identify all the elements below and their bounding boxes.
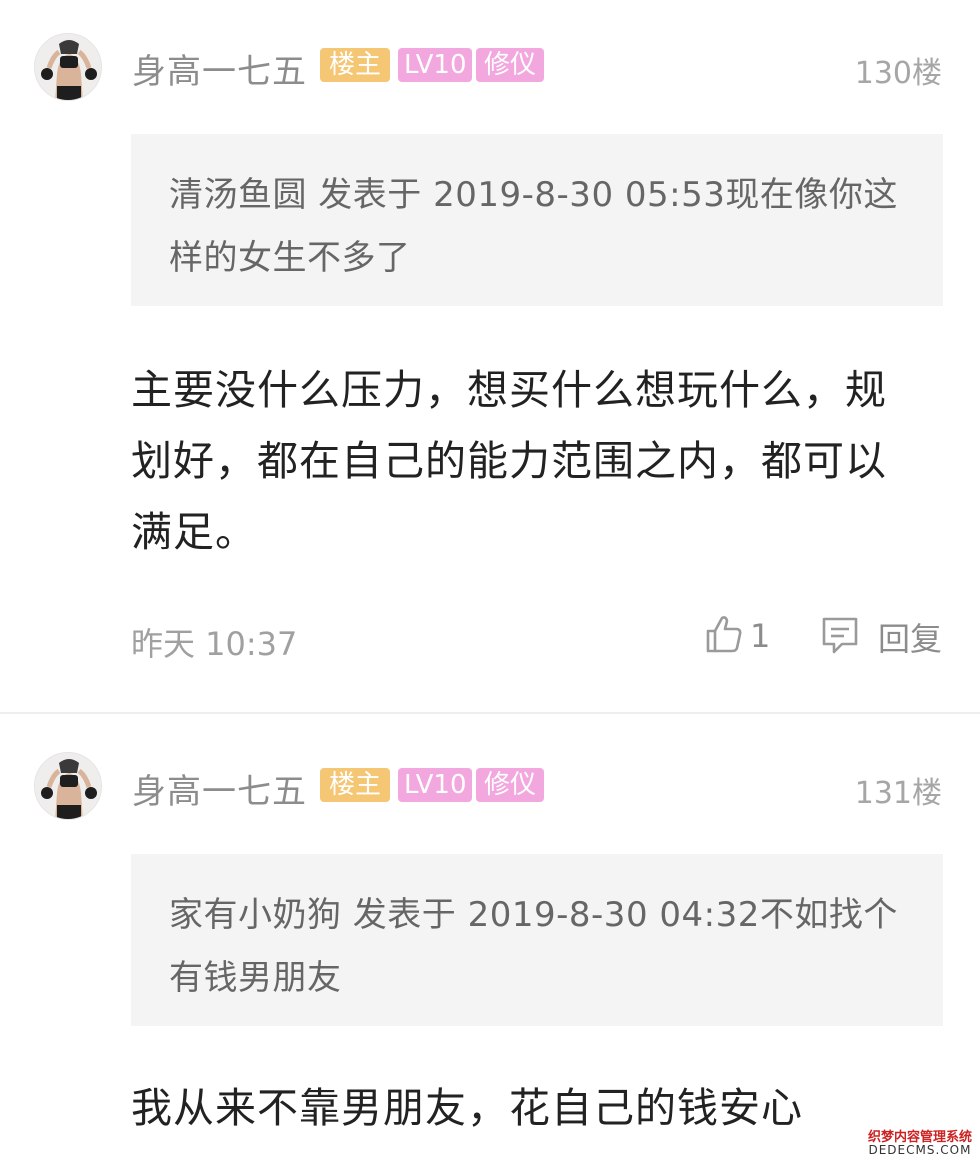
reply-button[interactable]: 回复 xyxy=(820,614,942,660)
level-badge: LV10 xyxy=(398,48,472,82)
reply-post: 身高一七五 楼主 LV10 修仪 131楼 家有小奶狗 发表于 2019-8-3… xyxy=(0,714,980,1162)
floor-number: 130楼 xyxy=(854,56,942,91)
post-body: 主要没什么压力，想买什么想玩什么，规划好，都在自己的能力范围之内，都可以满足。 xyxy=(131,366,887,556)
watermark-line2: DEDECMS.COM xyxy=(868,1143,972,1157)
title-badge: 修仪 xyxy=(476,48,544,82)
quoted-reply[interactable]: 家有小奶狗 发表于 2019-8-30 04:32不如找个有钱男朋友 xyxy=(131,854,943,1026)
post-body: 我从来不靠男朋友，花自己的钱安心 xyxy=(131,1084,803,1132)
owner-badge: 楼主 xyxy=(320,768,390,802)
owner-badge: 楼主 xyxy=(320,48,390,82)
like-count: 1 xyxy=(750,617,771,655)
post-time: 昨天 10:37 xyxy=(131,625,298,663)
title-badge: 修仪 xyxy=(476,768,544,802)
level-badge: LV10 xyxy=(398,768,472,802)
comment-icon xyxy=(820,614,860,660)
reply-label: 回复 xyxy=(878,620,943,658)
thumbs-up-icon xyxy=(704,614,742,658)
username[interactable]: 身高一七五 xyxy=(132,764,307,813)
avatar[interactable] xyxy=(34,33,102,101)
quoted-reply[interactable]: 清汤鱼圆 发表于 2019-8-30 05:53现在像你这样的女生不多了 xyxy=(131,134,943,306)
reply-post: 身高一七五 楼主 LV10 修仪 130楼 清汤鱼圆 发表于 2019-8-30… xyxy=(0,0,980,712)
like-button[interactable]: 1 xyxy=(704,614,770,658)
username[interactable]: 身高一七五 xyxy=(132,44,307,93)
floor-number: 131楼 xyxy=(854,776,942,811)
avatar[interactable] xyxy=(34,752,102,820)
watermark: 织梦内容管理系统 DEDECMS.COM xyxy=(867,1131,972,1157)
